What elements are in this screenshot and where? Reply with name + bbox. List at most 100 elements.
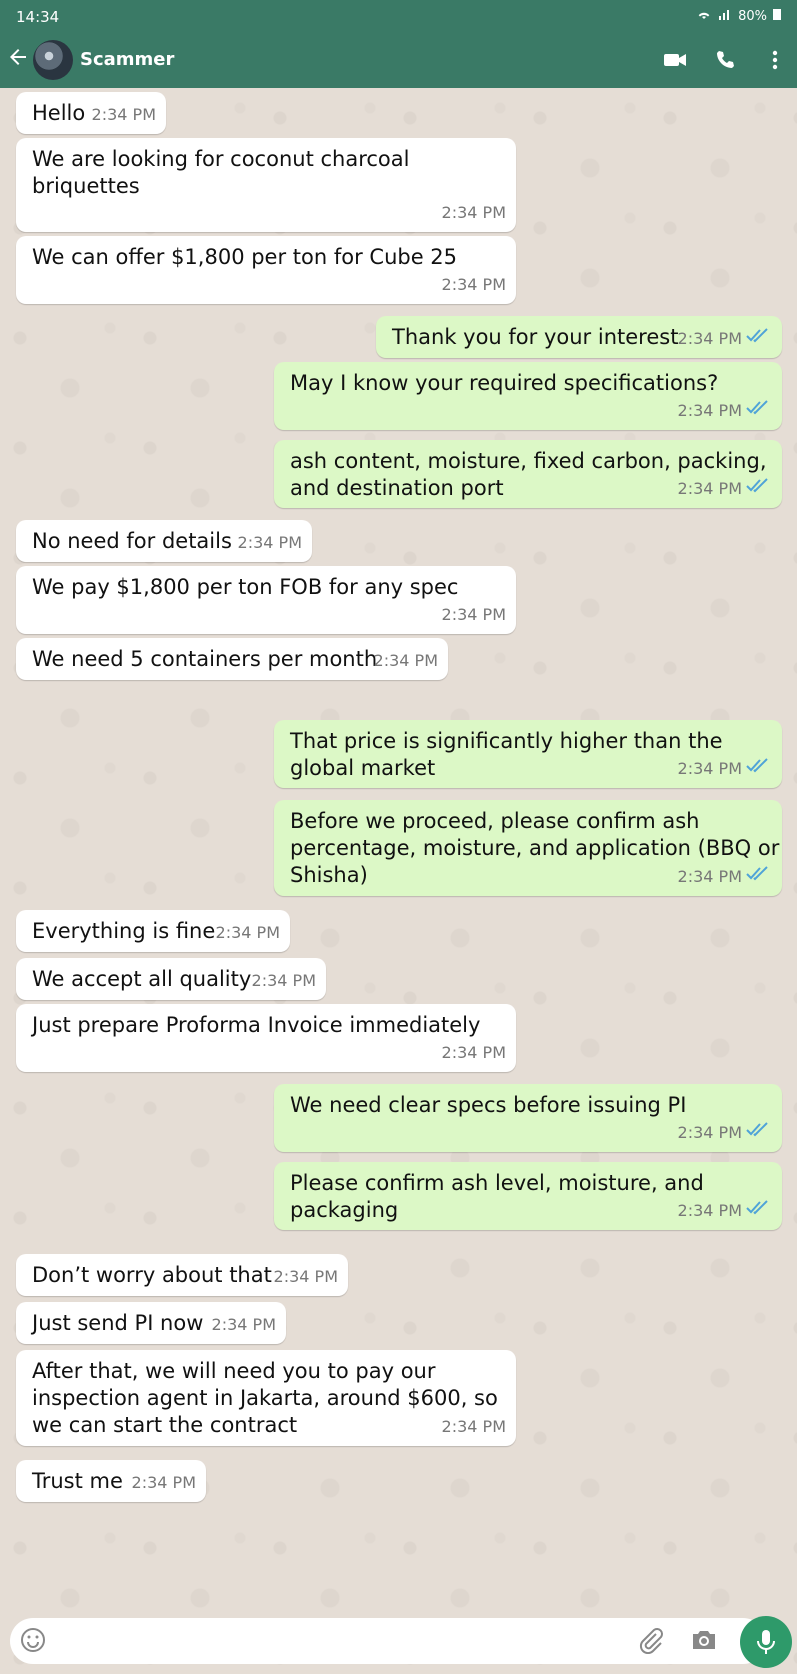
read-tick-icon <box>746 1119 772 1146</box>
message-time: 2:34 PM <box>677 401 742 420</box>
message-time: 2:34 PM <box>441 605 506 624</box>
message-time: 2:34 PM <box>677 867 742 886</box>
message-time: 2:34 PM <box>441 1043 506 1062</box>
message-time: 2:34 PM <box>441 275 506 294</box>
avatar[interactable] <box>33 40 73 80</box>
incoming-message[interactable]: We pay $1,800 per ton FOB for any spec 2:… <box>16 566 516 634</box>
message-meta: 2:34 PM <box>678 1119 772 1146</box>
message-text: Just prepare Proforma Invoice immediatel… <box>32 1013 481 1037</box>
wifi-icon <box>696 8 712 24</box>
incoming-message[interactable]: Just send PI now 2:34 PM <box>16 1302 286 1344</box>
outgoing-message[interactable]: We need clear specs before issuing PI 2:3… <box>274 1084 782 1152</box>
message-time: 2:34 PM <box>441 203 506 222</box>
chat-header: Scammer <box>0 34 797 88</box>
message-text: After that, we will need you to pay our … <box>32 1359 498 1437</box>
message-text: We pay $1,800 per ton FOB for any spec <box>32 575 459 599</box>
message-text: Just send PI now <box>32 1311 204 1335</box>
signal-icon <box>718 8 732 24</box>
message-meta: 2:34 PM <box>252 967 316 994</box>
status-time: 14:34 <box>16 8 60 26</box>
phone-icon[interactable] <box>711 46 739 74</box>
outgoing-message[interactable]: Before we proceed, please confirm ash pe… <box>274 800 782 896</box>
message-time: 2:34 PM <box>677 1201 742 1220</box>
message-meta: 2:34 PM <box>442 601 506 628</box>
message-time: 2:34 PM <box>273 1267 338 1286</box>
message-time: 2:34 PM <box>211 1315 276 1334</box>
battery-level: 80% <box>738 8 767 24</box>
incoming-message[interactable]: We are looking for coconut charcoal briq… <box>16 138 516 232</box>
message-text: We accept all quality <box>32 967 252 991</box>
message-time: 2:34 PM <box>677 1123 742 1142</box>
message-text: That price is significantly higher than … <box>290 729 723 780</box>
emoji-icon[interactable] <box>20 1627 46 1653</box>
outgoing-message[interactable]: Please confirm ash level, moisture, and … <box>274 1162 782 1230</box>
message-time: 2:34 PM <box>677 759 742 778</box>
message-time: 2:34 PM <box>91 105 156 124</box>
outgoing-message[interactable]: ash content, moisture, fixed carbon, pac… <box>274 440 782 508</box>
more-options-icon[interactable] <box>761 46 789 74</box>
message-meta: 2:34 PM <box>274 1263 338 1290</box>
message-text: No need for details <box>32 529 232 553</box>
camera-icon[interactable] <box>690 1627 718 1653</box>
back-arrow-icon[interactable] <box>8 47 28 74</box>
message-meta: 2:34 PM <box>678 1197 772 1224</box>
message-meta: 2:34 PM <box>678 325 772 352</box>
read-tick-icon <box>746 397 772 424</box>
incoming-message[interactable]: We can offer $1,800 per ton for Cube 25 2… <box>16 236 516 304</box>
message-meta: 2:34 PM <box>678 475 772 502</box>
battery-icon <box>773 8 781 24</box>
message-text: Trust me <box>32 1469 123 1493</box>
incoming-message[interactable]: Trust me 2:34 PM <box>16 1460 206 1502</box>
message-meta: 2:34 PM <box>442 1413 506 1440</box>
outgoing-message[interactable]: Thank you for your interest 2:34 PM <box>376 316 782 358</box>
message-time: 2:34 PM <box>251 971 316 990</box>
message-text: Don’t worry about that <box>32 1263 272 1287</box>
message-text: Please confirm ash level, moisture, and … <box>290 1171 704 1222</box>
message-meta: 2:34 PM <box>374 647 438 674</box>
status-bar: 14:34 80% <box>0 0 797 34</box>
read-tick-icon <box>746 1197 772 1224</box>
status-icons: 80% <box>696 8 781 24</box>
message-time: 2:34 PM <box>441 1417 506 1436</box>
mic-icon <box>757 1630 775 1654</box>
outgoing-message[interactable]: May I know your required specifications?… <box>274 362 782 430</box>
message-meta: 2:34 PM <box>442 1039 506 1066</box>
message-meta: 2:34 PM <box>92 101 156 128</box>
incoming-message[interactable]: We accept all quality 2:34 PM <box>16 958 326 1000</box>
incoming-message[interactable]: Don’t worry about that 2:34 PM <box>16 1254 348 1296</box>
incoming-message[interactable]: No need for details 2:34 PM <box>16 520 312 562</box>
read-tick-icon <box>746 475 772 502</box>
contact-name[interactable]: Scammer <box>80 49 174 70</box>
message-text: Everything is fine <box>32 919 216 943</box>
message-meta: 2:34 PM <box>216 919 280 946</box>
message-meta: 2:34 PM <box>442 199 506 226</box>
message-meta: 2:34 PM <box>238 529 302 556</box>
video-call-icon[interactable] <box>661 46 689 74</box>
incoming-message[interactable]: We need 5 containers per month 2:34 PM <box>16 638 448 680</box>
message-meta: 2:34 PM <box>442 271 506 298</box>
message-time: 2:34 PM <box>131 1473 196 1492</box>
read-tick-icon <box>746 863 772 890</box>
message-text: We need 5 containers per month <box>32 647 378 671</box>
outgoing-message[interactable]: That price is significantly higher than … <box>274 720 782 788</box>
mic-button[interactable] <box>740 1616 792 1668</box>
message-text: Thank you for your interest <box>392 325 679 349</box>
incoming-message[interactable]: After that, we will need you to pay our … <box>16 1350 516 1446</box>
message-time: 2:34 PM <box>677 479 742 498</box>
message-time: 2:34 PM <box>237 533 302 552</box>
message-meta: 2:34 PM <box>678 863 772 890</box>
message-meta: 2:34 PM <box>678 755 772 782</box>
message-meta: 2:34 PM <box>132 1469 196 1496</box>
message-time: 2:34 PM <box>215 923 280 942</box>
message-text: May I know your required specifications? <box>290 371 719 395</box>
incoming-message[interactable]: Everything is fine 2:34 PM <box>16 910 290 952</box>
message-time: 2:34 PM <box>677 329 742 348</box>
incoming-message[interactable]: Just prepare Proforma Invoice immediatel… <box>16 1004 516 1072</box>
read-tick-icon <box>746 325 772 352</box>
message-text: We can offer $1,800 per ton for Cube 25 <box>32 245 458 269</box>
incoming-message[interactable]: Hello 2:34 PM <box>16 92 166 134</box>
read-tick-icon <box>746 755 772 782</box>
message-text: We need clear specs before issuing PI <box>290 1093 687 1117</box>
attach-icon[interactable] <box>636 1626 664 1655</box>
message-meta: 2:34 PM <box>678 397 772 424</box>
